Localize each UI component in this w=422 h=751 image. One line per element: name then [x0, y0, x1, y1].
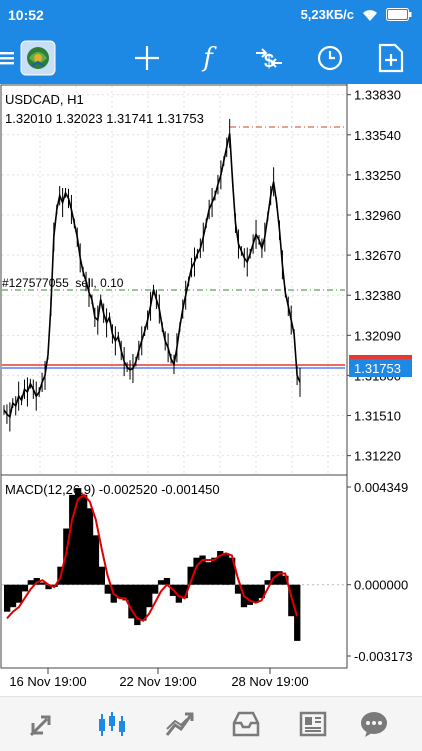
trade-icon[interactable]: [162, 707, 198, 741]
macd-bar: [140, 584, 147, 621]
ohlc-label: 1.32010 1.32023 1.31741 1.31753: [5, 111, 204, 126]
battery-icon: [386, 8, 412, 21]
news-icon[interactable]: [295, 707, 331, 741]
macd-axis: 0.004349 0.000000 -0.003173: [347, 480, 413, 664]
status-indicators: 5,23КБ/с: [301, 7, 412, 22]
macd-bar: [4, 584, 11, 612]
price-axis-label: 1.33830: [354, 88, 401, 103]
indicators-icon[interactable]: f: [188, 38, 228, 78]
macd-bar: [211, 557, 218, 585]
current-price-bid-bar: [349, 355, 412, 359]
trade-icon[interactable]: $: [249, 38, 289, 78]
symbol-label: USDCAD, H1: [5, 92, 84, 107]
time-axis: 16 Nov 19:00 22 Nov 19:00 28 Nov 19:00: [9, 668, 309, 689]
status-time: 10:52: [8, 7, 44, 23]
macd-bar: [205, 562, 212, 585]
macd-bar: [152, 584, 159, 594]
macd-axis-label: -0.003173: [354, 649, 413, 664]
svg-text:$: $: [264, 51, 274, 71]
macd-bar: [157, 580, 165, 585]
order-label: #127577055 sell, 0.10: [2, 276, 124, 290]
price-axis-label: 1.31220: [354, 449, 401, 464]
price-axis-label: 1.33250: [354, 168, 401, 183]
history-icon[interactable]: [228, 707, 264, 741]
macd-bar: [92, 535, 100, 585]
price-axis-label: 1.32380: [354, 288, 401, 303]
network-speed: 5,23КБ/с: [300, 7, 354, 22]
macd-bar: [252, 584, 259, 603]
macd-bar: [223, 553, 230, 585]
chart-area[interactable]: USDCAD, H1 1.32010 1.32023 1.31741 1.317…: [0, 84, 422, 696]
status-bar: 10:52 5,23КБ/с: [0, 0, 422, 32]
chart-icon[interactable]: [94, 707, 130, 741]
price-axis-label: 1.32960: [354, 208, 401, 223]
macd-bar: [98, 566, 105, 585]
price-axis-label: 1.31510: [354, 409, 401, 424]
price-chart[interactable]: USDCAD, H1 1.32010 1.32023 1.31741 1.317…: [0, 84, 422, 696]
macd-bar: [9, 584, 17, 608]
macd-bar: [81, 494, 88, 585]
bottom-navigation: [0, 696, 422, 751]
wifi-icon: [363, 9, 377, 21]
crosshair-icon[interactable]: [127, 38, 167, 78]
new-order-icon[interactable]: [371, 38, 411, 78]
macd-bar: [75, 488, 82, 585]
macd-bar: [27, 580, 34, 585]
macd-axis-label: 0.000000: [354, 578, 408, 593]
app-logo-icon[interactable]: [18, 38, 58, 78]
time-axis-label: 22 Nov 19:00: [119, 674, 196, 689]
macd-bar: [146, 584, 153, 608]
chat-icon[interactable]: [356, 707, 392, 741]
toolbar: f $: [0, 32, 422, 84]
macd-bar: [86, 508, 94, 585]
price-axis-label: 1.32670: [354, 248, 401, 263]
macd-bar: [21, 584, 29, 592]
current-price-label: 1.31753: [354, 361, 401, 376]
time-axis-label: 16 Nov 19:00: [9, 674, 86, 689]
price-axis: 1.33830 1.33540 1.33250 1.32960 1.32670 1.323…: [347, 88, 401, 464]
price-axis-label: 1.32090: [354, 328, 401, 343]
clock-icon[interactable]: [310, 38, 350, 78]
macd-label: MACD(12,26,9) -0.002520 -0.001450: [5, 482, 220, 497]
price-axis-label: 1.33540: [354, 128, 401, 143]
quotes-icon[interactable]: [24, 707, 60, 741]
macd-bar: [15, 584, 23, 603]
macd-axis-label: 0.004349: [354, 480, 408, 495]
time-axis-label: 28 Nov 19:00: [231, 674, 308, 689]
